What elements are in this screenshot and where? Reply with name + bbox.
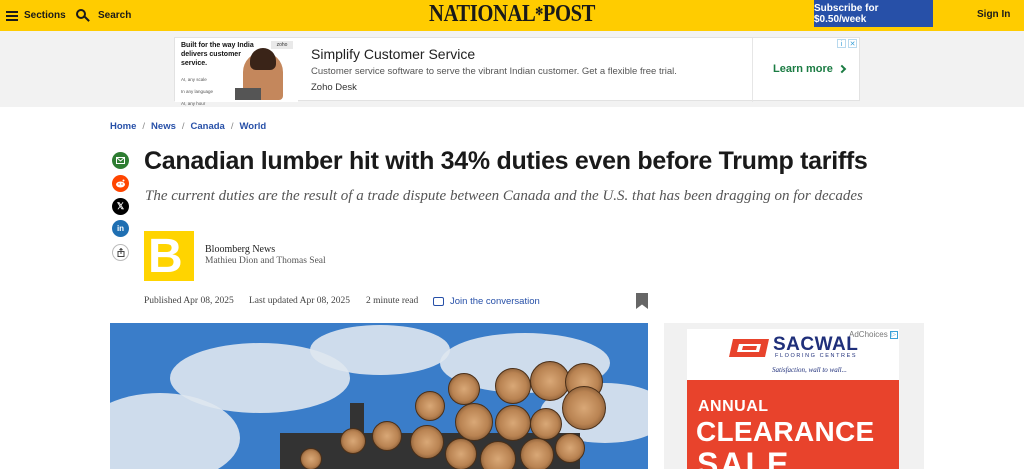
adchoices-icon: ▷ <box>889 330 898 339</box>
ad-choices-controls[interactable]: i ✕ <box>837 39 857 48</box>
maple-leaf-icon: ✻ <box>535 6 543 18</box>
share-linkedin-button[interactable]: in <box>112 220 129 237</box>
promo-line-2: CLEARANCE <box>696 416 875 447</box>
sacwal-subtitle: FLOORING CENTRES <box>775 353 858 359</box>
sections-label: Sections <box>24 10 66 21</box>
top-advertisement[interactable]: Built for the way India delivers custome… <box>174 37 860 106</box>
ad-divider <box>752 38 753 102</box>
sacwal-logo-mark <box>729 339 769 357</box>
share-email-button[interactable] <box>112 152 129 169</box>
published-date: Published Apr 08, 2025 <box>144 296 234 306</box>
ad-description: Customer service software to serve the v… <box>311 66 677 77</box>
promo-line-3: SALE <box>697 446 791 469</box>
clearance-sale-promo[interactable]: ANNUAL CLEARANCE SALE <box>687 380 899 469</box>
ad-image-bullets: AI, any scale In any language AI, any ho… <box>181 77 214 106</box>
reddit-icon <box>116 179 125 188</box>
laptop-image <box>235 88 261 100</box>
article-headline: Canadian lumber hit with 34% duties even… <box>144 147 868 175</box>
ad-title[interactable]: Simplify Customer Service <box>311 46 475 62</box>
updated-date: Last updated Apr 08, 2025 <box>249 296 351 306</box>
x-logo-icon: 𝕏 <box>116 201 125 211</box>
share-reddit-button[interactable] <box>112 175 129 192</box>
share-icon <box>117 248 124 257</box>
hero-image-lumber-truck <box>110 323 648 469</box>
learn-more-button[interactable]: Learn more <box>773 63 847 75</box>
chevron-right-icon <box>837 64 847 74</box>
zoho-logo: zoho <box>271 41 293 49</box>
article-deck: The current duties are the result of a t… <box>145 188 863 204</box>
read-time: 2 minute read <box>366 296 419 306</box>
ad-advertiser: Zoho Desk <box>311 82 357 93</box>
breadcrumb-world[interactable]: World <box>239 121 266 132</box>
sacwal-tagline: Satisfaction, wall to wall... <box>772 366 847 374</box>
sign-in-link[interactable]: Sign In <box>977 0 1010 28</box>
top-navigation-bar: Sections Search NATIONAL✻POST Subscribe … <box>0 0 1024 31</box>
subscribe-button[interactable]: Subscribe for $0.50/week <box>814 0 933 27</box>
article-authors[interactable]: Mathieu Dion and Thomas Seal <box>205 256 326 266</box>
join-conversation-link[interactable]: Join the conversation <box>433 296 540 307</box>
hamburger-menu-icon <box>6 10 18 21</box>
bloomberg-logo[interactable]: B <box>144 231 194 281</box>
ad-info-icon[interactable]: i <box>837 39 846 48</box>
breadcrumb-canada[interactable]: Canada <box>191 121 225 132</box>
breadcrumb-news[interactable]: News <box>151 121 176 132</box>
share-more-button[interactable] <box>112 244 129 261</box>
comment-icon <box>433 297 444 306</box>
breadcrumb-home[interactable]: Home <box>110 121 136 132</box>
ad-close-icon[interactable]: ✕ <box>848 39 857 48</box>
bookmark-icon[interactable] <box>636 293 648 309</box>
breadcrumb: Home / News / Canada / World <box>110 121 267 132</box>
article-source[interactable]: Bloomberg News <box>205 244 275 255</box>
ad-image: Built for the way India delivers custome… <box>175 38 298 106</box>
sections-menu-button[interactable]: Sections <box>6 0 66 31</box>
envelope-icon <box>116 157 125 164</box>
linkedin-icon: in <box>116 224 125 233</box>
promo-line-1: ANNUAL <box>698 398 769 415</box>
share-x-button[interactable]: 𝕏 <box>112 198 129 215</box>
